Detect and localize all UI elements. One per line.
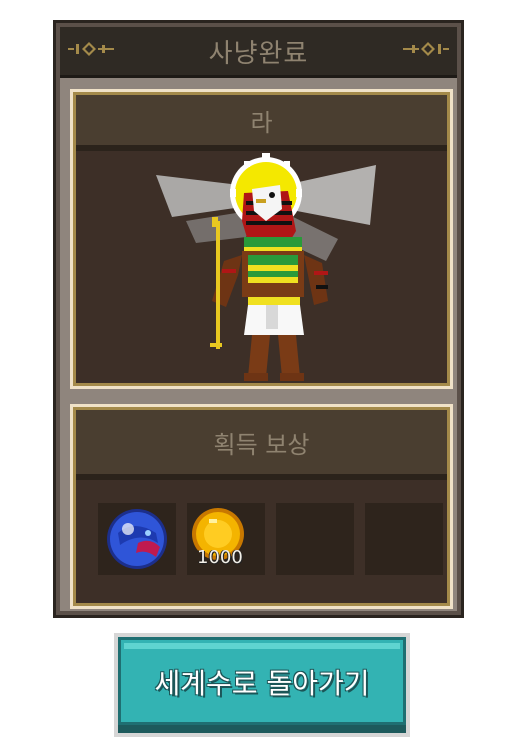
reward-slot-1[interactable]: [98, 503, 176, 575]
reward-slot-4[interactable]: [365, 503, 443, 575]
button-highlight: [124, 643, 400, 649]
ornament-right-icon: [403, 42, 449, 56]
dialog-body: 사냥완료 라 획득 보상 1000: [60, 27, 457, 611]
dialog-title: 사냥완료: [208, 38, 309, 69]
monster-name-header: 라: [76, 95, 447, 151]
reward-header: 획득 보상: [76, 410, 447, 480]
ra-monster-sprite: [156, 153, 376, 381]
monster-panel-body: 라: [76, 95, 447, 383]
reward-quantity: 1000: [197, 547, 243, 568]
reward-panel-frame: 획득 보상 1000: [73, 407, 450, 606]
reward-header-label: 획득 보상: [213, 430, 310, 459]
monster-panel-frame: 라: [73, 92, 450, 386]
reward-slot-3[interactable]: [276, 503, 354, 575]
return-button-label: 세계수로 돌아가기: [154, 667, 370, 700]
title-bar: 사냥완료: [60, 27, 457, 78]
reward-slot-2[interactable]: 1000: [187, 503, 265, 575]
hunt-complete-dialog: 사냥완료 라 획득 보상 1000: [53, 20, 464, 618]
ornament-left-icon: [68, 42, 114, 56]
reward-panel-body: 획득 보상 1000: [76, 410, 447, 603]
button-face[interactable]: 세계수로 돌아가기: [118, 637, 406, 725]
monster-name: 라: [250, 108, 273, 137]
return-to-world-tree-button[interactable]: 세계수로 돌아가기: [114, 633, 410, 737]
blue-orb-icon: [107, 509, 167, 569]
reward-panel: 획득 보상 1000: [70, 404, 453, 609]
monster-panel: 라: [70, 89, 453, 389]
